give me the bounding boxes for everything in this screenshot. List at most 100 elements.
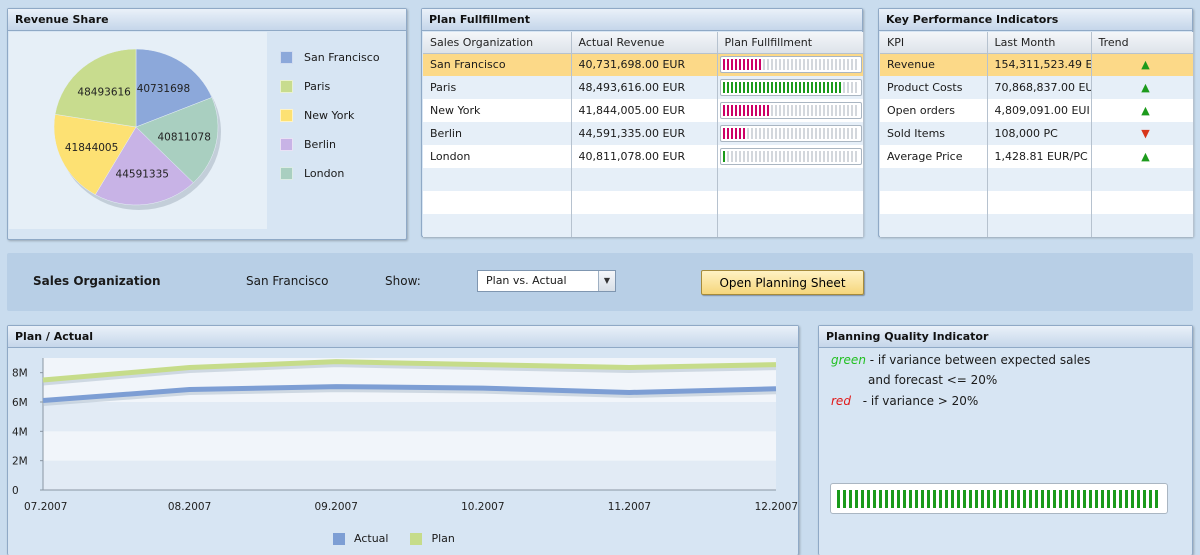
- fulfillment-tick: [770, 82, 773, 93]
- pqi-tick: [1011, 489, 1014, 508]
- fulfillment-tick: [758, 82, 761, 93]
- table-row[interactable]: [423, 214, 864, 237]
- kpi-name-cell: Product Costs: [880, 76, 988, 99]
- fulfillment-tick: [790, 59, 793, 71]
- fulfillment-tick: [810, 82, 813, 93]
- pqi-tick: [1095, 489, 1098, 508]
- kpi-name-cell: Average Price: [880, 145, 988, 168]
- table-row[interactable]: [423, 168, 864, 191]
- x-tick-label: 07.2007: [24, 501, 67, 513]
- fulfillment-tick: [854, 105, 857, 116]
- fulfillment-tick: [742, 105, 745, 116]
- open-planning-sheet-button[interactable]: Open Planning Sheet: [701, 270, 864, 295]
- fulfillment-tick: [790, 151, 793, 162]
- y-tick-label: 0: [12, 485, 19, 497]
- pqi-tick: [969, 489, 972, 508]
- pqi-tick: [1125, 489, 1128, 508]
- kpi-value-cell: 154,311,523.49 E: [987, 53, 1092, 76]
- fulfillment-tick: [726, 59, 729, 71]
- table-row[interactable]: [880, 168, 1194, 191]
- fulfillment-tick: [834, 105, 837, 116]
- kpi-trend-cell: ▲: [1091, 99, 1194, 122]
- fulfillment-tick: [726, 82, 729, 93]
- fulfillment-tick: [750, 128, 753, 139]
- table-row[interactable]: [880, 191, 1194, 214]
- table-row[interactable]: New York 41,844,005.00 EUR: [423, 99, 864, 122]
- fulfillment-tick: [786, 105, 789, 116]
- kpi-trend-cell: ▼: [1091, 122, 1194, 145]
- fulfillment-tick: [810, 151, 813, 162]
- fulfillment-cell: [717, 145, 864, 168]
- sales-org-cell: San Francisco: [423, 53, 572, 76]
- fulfillment-tick: [782, 151, 785, 162]
- sales-org-value: San Francisco: [246, 274, 329, 288]
- fulfillment-cell: [717, 122, 864, 145]
- col-trend[interactable]: Trend: [1091, 32, 1194, 54]
- col-kpi[interactable]: KPI: [880, 32, 988, 54]
- table-row[interactable]: Paris 48,493,616.00 EUR: [423, 76, 864, 99]
- fulfillment-tick: [742, 59, 745, 71]
- pie-chart: 40731698 40811078 44591335 41844005 48493616: [53, 48, 221, 210]
- kpi-panel: Key Performance Indicators KPI Last Mont…: [878, 8, 1194, 237]
- kpi-value-cell: 70,868,837.00 EU: [987, 76, 1092, 99]
- fulfillment-tick: [758, 128, 761, 139]
- y-tick-label: 6M: [12, 397, 28, 409]
- fulfillment-tick: [766, 128, 769, 139]
- fulfillment-tick: [742, 151, 745, 162]
- pie-slice-label: 40731698: [137, 83, 190, 95]
- table-row[interactable]: London 40,811,078.00 EUR: [423, 145, 864, 168]
- pqi-tick: [897, 489, 900, 508]
- fulfillment-bar: [719, 56, 862, 74]
- col-plan-fulfillment[interactable]: Plan Fullfillment: [717, 32, 864, 54]
- pqi-tick: [1107, 489, 1110, 508]
- fulfillment-tick: [850, 59, 853, 71]
- col-sales-org[interactable]: Sales Organization: [423, 32, 572, 54]
- fulfillment-tick: [722, 128, 725, 139]
- fulfillment-tick: [798, 82, 801, 93]
- pqi-tick: [873, 489, 876, 508]
- table-row[interactable]: Revenue 154,311,523.49 E ▲: [880, 53, 1194, 76]
- fulfillment-tick: [826, 59, 829, 71]
- fulfillment-tick: [846, 82, 849, 93]
- table-row[interactable]: Berlin 44,591,335.00 EUR: [423, 122, 864, 145]
- pie-slice-label: 41844005: [65, 142, 118, 154]
- pqi-indicator-bar: [830, 483, 1168, 514]
- show-select[interactable]: Plan vs. Actual ▼: [477, 270, 616, 292]
- table-row[interactable]: Open orders 4,809,091.00 EUI ▲: [880, 99, 1194, 122]
- fulfillment-tick: [834, 82, 837, 93]
- table-row[interactable]: Product Costs 70,868,837.00 EU ▲: [880, 76, 1194, 99]
- fulfillment-tick: [854, 82, 857, 93]
- pqi-tick: [843, 489, 846, 508]
- table-row[interactable]: [880, 214, 1194, 237]
- fulfillment-tick: [770, 151, 773, 162]
- fulfillment-tick: [750, 59, 753, 71]
- fulfillment-tick: [778, 151, 781, 162]
- table-row[interactable]: San Francisco 40,731,698.00 EUR: [423, 53, 864, 76]
- fulfillment-tick: [746, 105, 749, 116]
- table-row[interactable]: Average Price 1,428.81 EUR/PC ▲: [880, 145, 1194, 168]
- fulfillment-tick: [814, 59, 817, 71]
- fulfillment-tick: [810, 59, 813, 71]
- fulfillment-tick: [750, 151, 753, 162]
- chevron-down-icon[interactable]: ▼: [598, 271, 615, 291]
- kpi-trend-cell: ▲: [1091, 76, 1194, 99]
- legend-label: San Francisco: [304, 51, 380, 64]
- col-actual-revenue[interactable]: Actual Revenue: [571, 32, 718, 54]
- actual-revenue-cell: 44,591,335.00 EUR: [571, 122, 718, 145]
- fulfillment-tick: [854, 59, 857, 71]
- fulfillment-tick: [826, 82, 829, 93]
- arrow-down-icon: ▼: [1141, 127, 1150, 140]
- fulfillment-tick: [822, 59, 825, 71]
- fulfillment-tick: [842, 105, 845, 116]
- fulfillment-tick: [790, 128, 793, 139]
- pqi-tick: [1059, 489, 1062, 508]
- fulfillment-tick: [722, 59, 725, 71]
- table-row[interactable]: Sold Items 108,000 PC ▼: [880, 122, 1194, 145]
- pqi-tick: [1101, 489, 1104, 508]
- actual-revenue-cell: 40,811,078.00 EUR: [571, 145, 718, 168]
- fulfillment-tick: [758, 105, 761, 116]
- fulfillment-tick: [854, 128, 857, 139]
- pie-legend: San Francisco Paris New York Berlin London: [280, 43, 380, 188]
- table-row[interactable]: [423, 191, 864, 214]
- col-last-month[interactable]: Last Month: [987, 32, 1092, 54]
